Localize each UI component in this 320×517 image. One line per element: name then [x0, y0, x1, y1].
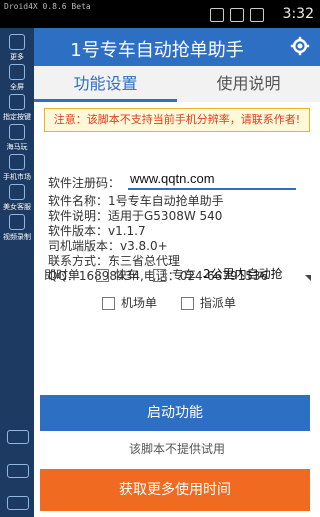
info-version: 软件版本：v1.1.7 [48, 224, 146, 238]
back-icon[interactable] [7, 430, 29, 444]
get-more-time-button[interactable]: 获取更多使用时间 [40, 469, 310, 511]
sidebar-label: 指定按键 [3, 113, 31, 121]
sidebar-item-more[interactable]: 更多 [0, 34, 34, 62]
start-button[interactable]: 启动功能 [40, 395, 310, 431]
register-label: 软件注册码： [48, 176, 121, 190]
info-driver-version: 司机端版本：v3.8.0+ [48, 239, 168, 253]
sidebar-item-record[interactable]: 视频录制 [0, 214, 34, 242]
record-icon [9, 214, 25, 230]
airport-label: 机场单 [121, 296, 158, 310]
tab-bar: 功能设置 使用说明 [34, 66, 320, 102]
status-time: 3:32 [282, 6, 314, 22]
info-description: 软件说明：适用于G5308W 540 [48, 209, 223, 223]
assign-checkbox[interactable] [180, 297, 194, 310]
app-title: 1号专车自动抢单助手 [70, 40, 244, 61]
signal-icon [230, 8, 244, 22]
emulator-sidebar: 更多 全屏 指定按键 海马玩 手机市场 美女客服 视频录制 [0, 28, 34, 517]
special-label: 专车 [171, 268, 196, 282]
tab-instructions[interactable]: 使用说明 [177, 66, 320, 102]
status-bar: Droid4X 0.8.6 Beta 3:32 [0, 0, 320, 28]
dropdown-arrow-icon [305, 275, 311, 281]
app-window: 1号专车自动抢单助手 功能设置 使用说明 注意：该脚本不支持当前手机分辨率，请联… [34, 28, 320, 517]
fullscreen-icon [9, 64, 25, 80]
status-icons [210, 8, 264, 22]
register-code-input[interactable] [128, 168, 296, 190]
trial-text: 该脚本不提供试用 [128, 442, 225, 456]
emulator-version: Droid4X 0.8.6 Beta [4, 2, 91, 11]
service-icon [9, 184, 25, 200]
haima-icon [9, 124, 25, 140]
battery-icon [250, 8, 264, 22]
market-icon [9, 154, 25, 170]
fast-checkbox[interactable] [95, 269, 109, 282]
app-titlebar: 1号专车自动抢单助手 [34, 28, 320, 66]
fast-label: 快车 [114, 268, 139, 282]
settings-gear-icon[interactable] [290, 36, 310, 56]
sidebar-label: 全屏 [10, 83, 24, 91]
sidebar-item-haima[interactable]: 海马玩 [0, 124, 34, 152]
recent-apps-icon[interactable] [7, 496, 29, 510]
more-icon [9, 34, 25, 50]
home-icon[interactable] [7, 464, 29, 478]
sidebar-label: 美女客服 [3, 203, 31, 211]
sidebar-label: 手机市场 [3, 173, 31, 181]
info-name: 软件名称：1号专车自动抢单助手 [48, 194, 224, 208]
key-icon [9, 94, 25, 110]
wifi-icon [210, 8, 224, 22]
assign-label: 指派单 [199, 296, 236, 310]
distance-dropdown[interactable]: 2公里内自动抢 [203, 264, 313, 284]
options-area: 即时单 快车 专车 2公里内自动抢 机场单 指派单 [44, 264, 314, 310]
sidebar-item-service[interactable]: 美女客服 [0, 184, 34, 212]
airport-checkbox[interactable] [102, 297, 115, 310]
sidebar-item-fullscreen[interactable]: 全屏 [0, 64, 34, 92]
special-checkbox[interactable] [152, 269, 166, 282]
instant-label: 即时单 [44, 268, 81, 282]
sidebar-label: 海马玩 [6, 143, 28, 151]
sidebar-item-key[interactable]: 指定按键 [0, 94, 34, 122]
tab-settings[interactable]: 功能设置 [34, 66, 177, 102]
notice-banner: 注意：该脚本不支持当前手机分辨率，请联系作者! [44, 108, 310, 132]
dropdown-value: 2公里内自动抢 [203, 267, 283, 281]
sidebar-label: 视频录制 [3, 233, 31, 241]
sidebar-item-market[interactable]: 手机市场 [0, 154, 34, 182]
sidebar-label: 更多 [10, 53, 24, 61]
